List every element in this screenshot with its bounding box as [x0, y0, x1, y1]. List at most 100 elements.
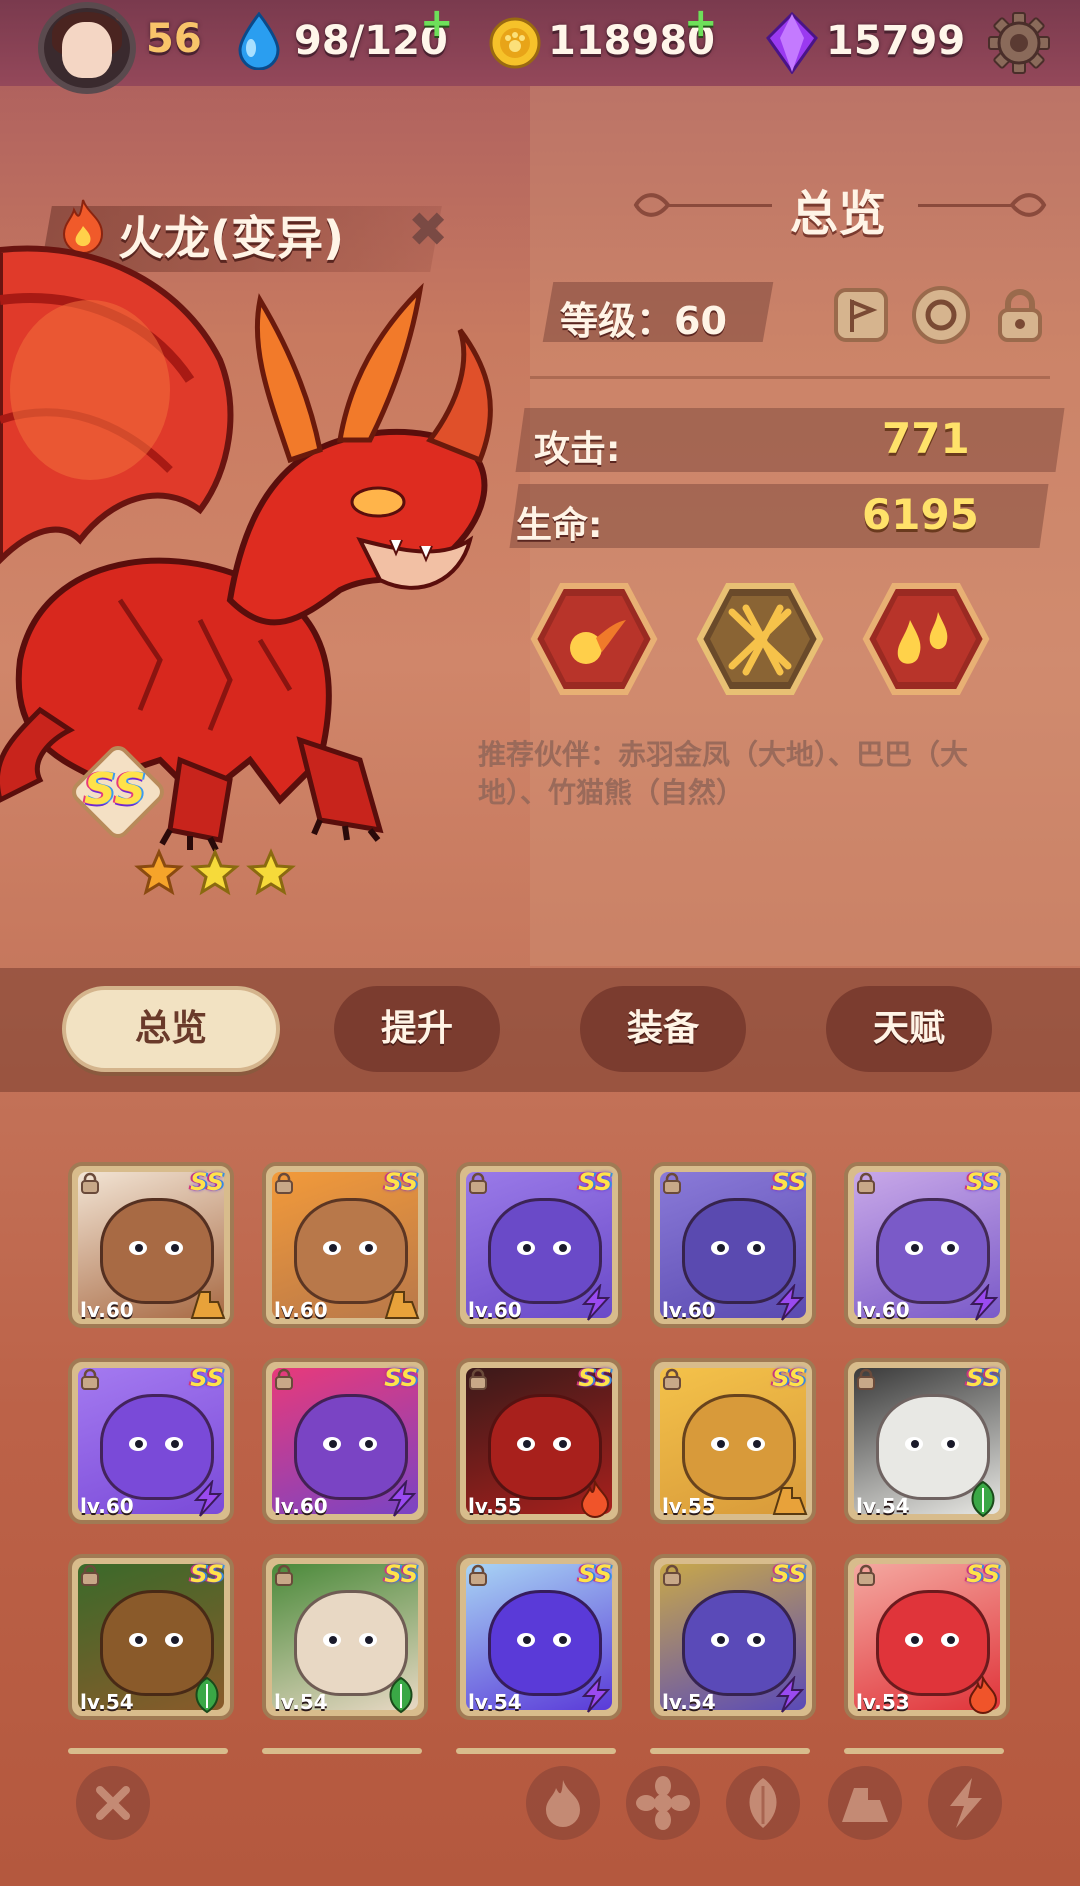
pet-card[interactable]: SS lv.54	[68, 1554, 234, 1720]
pet-level: lv.60	[80, 1298, 134, 1322]
rank-label: SS	[966, 1364, 1000, 1392]
twin-flame-icon[interactable]	[862, 582, 990, 696]
nature-element-icon	[971, 1480, 995, 1518]
tab-talent[interactable]: 天赋	[826, 986, 992, 1072]
pet-level: lv.60	[856, 1298, 910, 1322]
pet-card[interactable]: SS lv.54	[262, 1554, 428, 1720]
pet-card[interactable]: SS lv.60	[650, 1162, 816, 1328]
add-stamina-button[interactable]: +	[420, 0, 454, 46]
rank-label: SS	[772, 1364, 806, 1392]
fire-orb-icon[interactable]	[530, 582, 658, 696]
rank-label: SS	[772, 1168, 806, 1196]
tab-equipment[interactable]: 装备	[580, 986, 746, 1072]
player-level: 56	[146, 16, 202, 62]
lock-icon	[469, 1368, 487, 1390]
pet-level: 等级：60	[560, 299, 727, 343]
water-drop-icon	[238, 12, 280, 70]
hp-value: 6195	[862, 490, 979, 539]
player-avatar[interactable]	[38, 2, 136, 94]
pet-card[interactable]: SS lv.53	[844, 1554, 1010, 1720]
thunder-element-icon	[193, 1480, 223, 1517]
thunder-element-icon	[775, 1284, 805, 1321]
tab-upgrade[interactable]: 提升	[334, 986, 500, 1072]
gold-coin-icon	[489, 17, 541, 69]
thunder-element-icon	[581, 1284, 611, 1321]
lock-icon	[275, 1172, 293, 1194]
pet-level: lv.60	[80, 1494, 134, 1518]
tab-overview[interactable]: 总览	[62, 986, 280, 1072]
pet-level: lv.60	[274, 1298, 328, 1322]
rank-label: SS	[966, 1560, 1000, 1588]
pet-level: lv.60	[468, 1298, 522, 1322]
earth-element-icon	[190, 1291, 226, 1319]
pet-level: lv.60	[274, 1494, 328, 1518]
rank-label: SS	[190, 1364, 224, 1392]
card-row-edge	[650, 1748, 810, 1754]
add-coins-button[interactable]: +	[684, 0, 718, 46]
crossed-blades-icon[interactable]	[696, 582, 824, 696]
pet-card[interactable]: SS lv.60	[456, 1162, 622, 1328]
nature-element-icon	[389, 1676, 413, 1714]
pet-card[interactable]: SS lv.60	[844, 1162, 1010, 1328]
earth-filter-icon	[842, 1788, 888, 1822]
thunder-element-icon	[775, 1676, 805, 1713]
divider	[530, 376, 1050, 379]
recommended-partners: 推荐伙伴：赤羽金凤（大地）、巴巴（大 地）、竹猫熊（自然）	[478, 738, 969, 809]
fire-filter-icon	[546, 1780, 580, 1827]
circle-button[interactable]	[912, 286, 970, 344]
pet-level: lv.54	[274, 1690, 328, 1714]
pet-card[interactable]: SS lv.60	[262, 1162, 428, 1328]
card-row-edge	[456, 1748, 616, 1754]
lock-button[interactable]	[990, 284, 1050, 344]
rank-label: SS	[578, 1560, 612, 1588]
rank-label: SS	[772, 1560, 806, 1588]
lock-icon	[663, 1368, 681, 1390]
earth-filter-button[interactable]	[828, 1766, 902, 1840]
card-row-edge	[844, 1748, 1004, 1754]
pet-card[interactable]: SS lv.54	[456, 1554, 622, 1720]
ornament-line-right	[918, 204, 1014, 207]
clear-filter-icon	[96, 1786, 130, 1820]
leaf-filter-button[interactable]	[726, 1766, 800, 1840]
pet-card[interactable]: SS lv.60	[68, 1162, 234, 1328]
thunder-filter-button[interactable]	[928, 1766, 1002, 1840]
pet-level: lv.55	[468, 1494, 522, 1518]
flag-button[interactable]	[834, 288, 888, 342]
pet-card[interactable]: SS lv.60	[262, 1358, 428, 1524]
pet-level: lv.53	[856, 1690, 910, 1714]
rank-label: SS	[578, 1364, 612, 1392]
fire-element-icon	[968, 1676, 998, 1714]
overview-title: 总览	[790, 186, 887, 242]
settings-gear-icon[interactable]	[986, 10, 1052, 76]
rank-label: SS	[966, 1168, 1000, 1196]
clear-filter-button[interactable]	[76, 1766, 150, 1840]
pet-level: lv.54	[856, 1494, 910, 1518]
lock-icon	[81, 1172, 99, 1194]
lock-icon	[81, 1564, 99, 1586]
pet-level: lv.60	[662, 1298, 716, 1322]
pet-card[interactable]: SS lv.60	[68, 1358, 234, 1524]
ornament-line-left	[666, 204, 772, 207]
rank-label: SS	[384, 1364, 418, 1392]
earth-element-icon	[384, 1291, 420, 1319]
lock-icon	[663, 1564, 681, 1586]
lock-icon	[663, 1172, 681, 1194]
lock-icon	[275, 1368, 293, 1390]
rank-label: SS	[384, 1168, 418, 1196]
attack-value: 771	[882, 414, 970, 463]
fire-filter-button[interactable]	[526, 1766, 600, 1840]
thunder-filter-icon	[950, 1778, 982, 1828]
gem-value: 15799	[826, 18, 966, 64]
pet-card[interactable]: SS lv.54	[650, 1554, 816, 1720]
leaf-filter-icon	[749, 1778, 777, 1828]
pet-card[interactable]: SS lv.55	[650, 1358, 816, 1524]
star-filter-button[interactable]	[626, 1766, 700, 1840]
rank-label: SS	[578, 1168, 612, 1196]
earth-element-icon	[772, 1487, 808, 1515]
pet-card[interactable]: SS lv.54	[844, 1358, 1010, 1524]
lock-icon	[857, 1368, 875, 1390]
pet-card[interactable]: SS lv.55	[456, 1358, 622, 1524]
pet-level: lv.54	[662, 1690, 716, 1714]
lock-icon	[81, 1368, 99, 1390]
nature-element-icon	[195, 1676, 219, 1714]
